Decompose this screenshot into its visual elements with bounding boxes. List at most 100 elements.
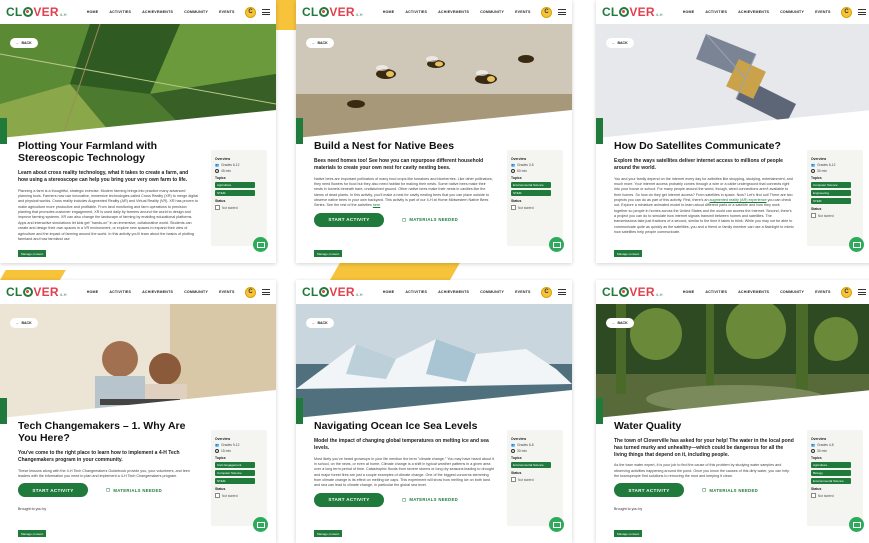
topic-tag[interactable]: Environmental Science xyxy=(811,478,851,484)
materials-needed-link[interactable]: ▢ MATERIALS NEEDED xyxy=(402,497,458,503)
topic-tag[interactable]: STEM xyxy=(215,478,255,484)
topic-tag[interactable]: Environmental Science xyxy=(511,182,551,188)
nav-activities[interactable]: ACTIVITIES xyxy=(405,290,427,294)
avatar[interactable]: C xyxy=(245,286,256,298)
back-button[interactable]: ← BACK xyxy=(606,318,634,328)
avatar[interactable]: C xyxy=(541,286,552,298)
topic-tag[interactable]: Agriculture xyxy=(215,182,255,188)
mail-icon[interactable] xyxy=(549,517,564,532)
materials-needed-link[interactable]: ▢ MATERIALS NEEDED xyxy=(702,487,758,493)
nav-community[interactable]: COMMUNITY xyxy=(184,290,208,294)
nav-activities[interactable]: ACTIVITIES xyxy=(705,10,727,14)
nav-events[interactable]: EVENTS xyxy=(219,10,235,14)
nav-achievements[interactable]: ACHIEVEMENTS xyxy=(142,10,173,14)
avatar[interactable]: C xyxy=(245,6,256,18)
hamburger-menu-icon[interactable] xyxy=(558,9,566,15)
feedback-side-tab[interactable] xyxy=(296,398,303,424)
topic-tag[interactable]: STEM xyxy=(511,190,551,196)
materials-needed-link[interactable]: ▢ MATERIALS NEEDED xyxy=(106,487,162,493)
nav-activities[interactable]: ACTIVITIES xyxy=(405,10,427,14)
manage-consent-button[interactable]: Manage consent xyxy=(18,250,47,257)
feedback-side-tab[interactable] xyxy=(0,398,7,424)
nav-home[interactable]: HOME xyxy=(683,10,695,14)
topic-tag[interactable]: Computer Science xyxy=(215,470,255,476)
nav-community[interactable]: COMMUNITY xyxy=(184,10,208,14)
mail-icon[interactable] xyxy=(253,237,268,252)
inline-link[interactable]: augmented reality (AR) experience xyxy=(710,198,767,202)
status-checkbox[interactable] xyxy=(511,205,516,210)
nav-home[interactable]: HOME xyxy=(87,10,99,14)
nav-events[interactable]: EVENTS xyxy=(219,290,235,294)
start-activity-button[interactable]: START ACTIVITY xyxy=(314,492,384,507)
nav-events[interactable]: EVENTS xyxy=(515,10,531,14)
mail-icon[interactable] xyxy=(849,517,864,532)
topic-tag[interactable]: Environmental Science xyxy=(511,462,551,468)
start-activity-button[interactable]: START ACTIVITY xyxy=(314,212,384,227)
topic-tag[interactable]: Agriculture xyxy=(811,462,851,468)
back-button[interactable]: ← BACK xyxy=(10,318,38,328)
start-activity-button[interactable]: START ACTIVITY xyxy=(614,483,684,498)
nav-events[interactable]: EVENTS xyxy=(515,290,531,294)
nav-community[interactable]: COMMUNITY xyxy=(480,10,504,14)
topic-tag[interactable]: STEM xyxy=(811,198,851,204)
avatar[interactable]: C xyxy=(841,6,852,18)
nav-events[interactable]: EVENTS xyxy=(815,10,831,14)
topic-tag[interactable]: Civic Engagement xyxy=(215,462,255,468)
hamburger-menu-icon[interactable] xyxy=(558,289,566,295)
clover-logo[interactable]: CL VE R 4-H xyxy=(302,6,363,18)
materials-needed-link[interactable]: ▢ MATERIALS NEEDED xyxy=(402,217,458,223)
back-button[interactable]: ← BACK xyxy=(306,38,334,48)
status-checkbox[interactable] xyxy=(811,213,816,218)
clover-logo[interactable]: CL VE R 4-H xyxy=(602,286,663,298)
nav-home[interactable]: HOME xyxy=(383,10,395,14)
hamburger-menu-icon[interactable] xyxy=(262,9,270,15)
feedback-side-tab[interactable] xyxy=(0,118,7,144)
nav-events[interactable]: EVENTS xyxy=(815,290,831,294)
clover-logo[interactable]: CL VE R 4-H xyxy=(6,6,67,18)
nav-home[interactable]: HOME xyxy=(383,290,395,294)
start-activity-button[interactable]: START ACTIVITY xyxy=(18,483,88,498)
nav-achievements[interactable]: ACHIEVEMENTS xyxy=(142,290,173,294)
clover-logo[interactable]: CL VE R 4-H xyxy=(602,6,663,18)
status-checkbox[interactable] xyxy=(811,493,816,498)
manage-consent-button[interactable]: Manage consent xyxy=(314,530,343,537)
mail-icon[interactable] xyxy=(849,237,864,252)
back-button[interactable]: ← BACK xyxy=(10,38,38,48)
nav-community[interactable]: COMMUNITY xyxy=(480,290,504,294)
nav-community[interactable]: COMMUNITY xyxy=(780,290,804,294)
nav-home[interactable]: HOME xyxy=(87,290,99,294)
clover-logo[interactable]: CL VE R 4-H xyxy=(302,286,363,298)
nav-achievements[interactable]: ACHIEVEMENTS xyxy=(738,10,769,14)
nav-home[interactable]: HOME xyxy=(683,290,695,294)
mail-icon[interactable] xyxy=(253,517,268,532)
manage-consent-button[interactable]: Manage consent xyxy=(18,530,47,537)
mail-icon[interactable] xyxy=(549,237,564,252)
feedback-side-tab[interactable] xyxy=(596,118,603,144)
back-button[interactable]: ← BACK xyxy=(606,38,634,48)
back-button[interactable]: ← BACK xyxy=(306,318,334,328)
topic-tag[interactable]: Computer Science xyxy=(811,182,851,188)
nav-activities[interactable]: ACTIVITIES xyxy=(705,290,727,294)
status-checkbox[interactable] xyxy=(215,205,220,210)
feedback-side-tab[interactable] xyxy=(296,118,303,144)
avatar[interactable]: C xyxy=(841,286,852,298)
nav-achievements[interactable]: ACHIEVEMENTS xyxy=(438,290,469,294)
status-checkbox[interactable] xyxy=(511,477,516,482)
inline-link[interactable]: here xyxy=(373,203,380,207)
nav-activities[interactable]: ACTIVITIES xyxy=(109,290,131,294)
topic-tag[interactable]: Engineering xyxy=(811,190,851,196)
status-checkbox[interactable] xyxy=(215,493,220,498)
nav-achievements[interactable]: ACHIEVEMENTS xyxy=(738,290,769,294)
nav-achievements[interactable]: ACHIEVEMENTS xyxy=(438,10,469,14)
hamburger-menu-icon[interactable] xyxy=(858,289,866,295)
manage-consent-button[interactable]: Manage consent xyxy=(614,250,643,257)
topic-tag[interactable]: Biology xyxy=(811,470,851,476)
hamburger-menu-icon[interactable] xyxy=(262,289,270,295)
manage-consent-button[interactable]: Manage consent xyxy=(314,250,343,257)
avatar[interactable]: C xyxy=(541,6,552,18)
feedback-side-tab[interactable] xyxy=(596,398,603,424)
manage-consent-button[interactable]: Manage consent xyxy=(614,530,643,537)
nav-activities[interactable]: ACTIVITIES xyxy=(109,10,131,14)
topic-tag[interactable]: STEM xyxy=(215,190,255,196)
clover-logo[interactable]: CL VE R 4-H xyxy=(6,286,67,298)
